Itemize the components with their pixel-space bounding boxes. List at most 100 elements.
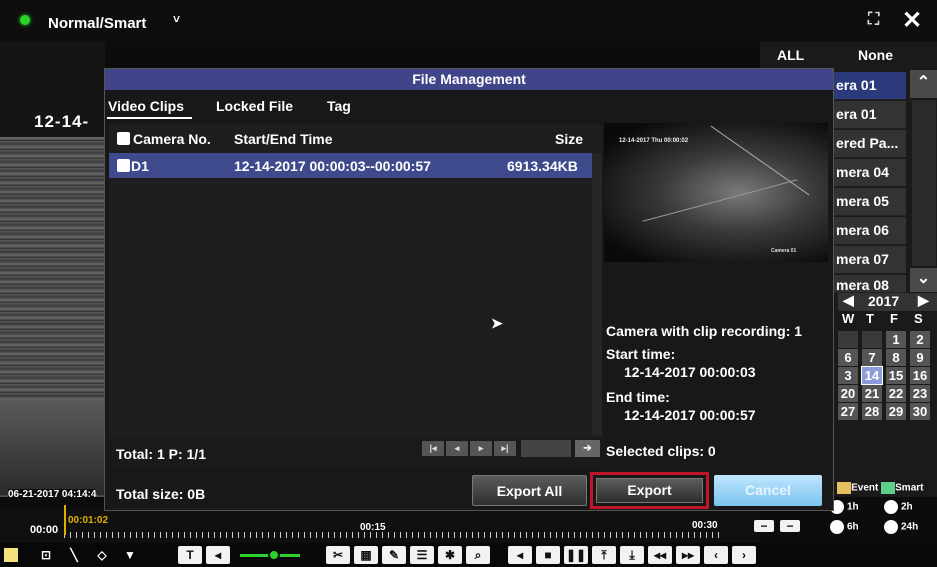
prev-page-icon[interactable]: ◂ [446, 441, 468, 456]
calendar-day[interactable]: 20 [838, 385, 858, 402]
calendar-day[interactable]: 9 [910, 349, 930, 366]
zoom-in-icon[interactable]: − [780, 520, 800, 532]
reverse-play-icon[interactable]: ◂ [508, 546, 532, 564]
prev-day-icon[interactable]: ‹ [704, 546, 728, 564]
clip-icon[interactable]: ✂ [326, 546, 350, 564]
select-none-button[interactable]: None [858, 47, 893, 63]
select-all-checkbox[interactable] [117, 132, 130, 145]
table-row[interactable]: D1 12-14-2017 00:00:03--00:00:57 6913.34… [109, 153, 592, 178]
calendar-day[interactable]: 6 [838, 349, 858, 366]
list-icon[interactable]: ☰ [410, 546, 434, 564]
mode-status-icon [20, 15, 30, 25]
radio-icon [830, 520, 844, 534]
audio-icon[interactable]: ◂ [206, 546, 230, 564]
settings-icon[interactable]: ✱ [438, 546, 462, 564]
calendar-day[interactable]: 29 [886, 403, 906, 420]
calendar-day[interactable]: 16 [910, 367, 930, 384]
duration-option[interactable]: 2h [884, 500, 913, 514]
filter-icon[interactable]: ▼ [118, 546, 142, 564]
camera-list-item[interactable]: era 01 [830, 101, 906, 129]
end-time-label: End time: [606, 389, 670, 405]
diamond-icon[interactable]: ◇ [90, 546, 114, 564]
video-timestamp: 12-14- [34, 112, 90, 131]
zoom-icon[interactable]: ⌕ [466, 546, 490, 564]
first-page-icon[interactable]: |◂ [422, 441, 444, 456]
tab-locked-file[interactable]: Locked File [216, 98, 293, 114]
calendar-day[interactable]: 23 [910, 385, 930, 402]
duration-option[interactable]: 1h [830, 500, 859, 514]
camera-list-item[interactable]: ered Pa... [830, 130, 906, 158]
tag-icon[interactable]: ✎ [382, 546, 406, 564]
last-page-icon[interactable]: ▸| [494, 441, 516, 456]
export-button[interactable]: Export [596, 478, 703, 503]
page-number-input[interactable] [521, 440, 571, 457]
radio-icon [884, 500, 898, 514]
camera-list-scrollbar[interactable] [912, 100, 936, 266]
camera-list-item[interactable]: mera 05 [830, 188, 906, 216]
chevron-down-icon[interactable]: ˅ [173, 12, 180, 26]
line-icon[interactable]: ╲ [62, 546, 86, 564]
lock-icon[interactable]: ▦ [354, 546, 378, 564]
column-header-time: Start/End Time [234, 131, 333, 147]
zoom-out-icon[interactable]: − [754, 520, 774, 532]
duration-option[interactable]: 6h [830, 520, 859, 534]
next-day-icon[interactable]: › [732, 546, 756, 564]
mouse-cursor-icon: ➤ [491, 315, 503, 331]
preview-timestamp: 12-14-2017 Thu 00:00:02 [619, 138, 689, 144]
tab-video-clips[interactable]: Video Clips [108, 98, 184, 114]
calendar-day[interactable]: 30 [910, 403, 930, 420]
column-header-size: Size [555, 131, 584, 147]
calendar-prev-icon[interactable]: ◀ [843, 292, 854, 309]
camera-list-item[interactable]: mera 08 [830, 275, 906, 293]
timeline-tick-label: 00:30 [692, 520, 718, 531]
camera-list-item[interactable]: mera 07 [830, 246, 906, 274]
camera-list-item[interactable]: mera 06 [830, 217, 906, 245]
duration-label: 1h [847, 501, 859, 513]
scroll-up-icon[interactable]: ⌃ [910, 70, 937, 98]
export-all-button[interactable]: Export All [472, 475, 587, 506]
calendar-day[interactable]: 27 [838, 403, 858, 420]
cancel-button[interactable]: Cancel [714, 475, 822, 506]
timeline-cursor[interactable] [64, 505, 66, 535]
calendar-day[interactable]: 28 [862, 403, 882, 420]
total-size: Total size: 0B [116, 486, 206, 502]
fit-screen-icon[interactable]: ⛶ [868, 11, 879, 29]
step-forward-icon[interactable]: ⤓ [620, 546, 644, 564]
calendar-day-today[interactable]: 14 [861, 366, 883, 385]
calendar-day[interactable]: 3 [838, 367, 858, 384]
close-icon[interactable]: ✕ [902, 6, 922, 35]
active-tab-indicator [107, 117, 192, 119]
fast-forward-icon[interactable]: ▸▸ [676, 546, 700, 564]
calendar-day[interactable]: 21 [862, 385, 882, 402]
camera-list-item[interactable]: mera 04 [830, 159, 906, 187]
calendar-day[interactable]: 22 [886, 385, 906, 402]
color-swatch-icon[interactable] [4, 548, 18, 562]
tab-tag[interactable]: Tag [327, 98, 351, 114]
calendar-day[interactable]: 15 [886, 367, 906, 384]
pause-icon[interactable]: ❚❚ [564, 546, 588, 564]
row-checkbox[interactable] [117, 159, 130, 172]
next-page-icon[interactable]: ▸ [470, 441, 492, 456]
calendar-day[interactable]: 7 [862, 349, 882, 366]
calendar-next-icon[interactable]: ▶ [918, 292, 929, 309]
duration-option[interactable]: 24h [884, 520, 918, 534]
duration-label: 2h [901, 501, 913, 513]
calendar-year: 2017 [868, 293, 900, 309]
crop-icon[interactable]: ⊡ [34, 546, 58, 564]
calendar-day[interactable]: 1 [886, 331, 906, 348]
go-page-icon[interactable]: ➔ [575, 440, 600, 457]
stop-icon[interactable]: ■ [536, 546, 560, 564]
volume-knob[interactable] [268, 549, 280, 561]
rewind-icon[interactable]: ◂◂ [648, 546, 672, 564]
calendar-day[interactable]: 2 [910, 331, 930, 348]
preview-camera-label: Camera 01 [771, 248, 797, 254]
mode-label[interactable]: Normal/Smart [48, 15, 146, 32]
camera-list-item[interactable]: era 01 [830, 72, 906, 100]
scroll-down-icon[interactable]: ⌄ [910, 268, 937, 292]
clip-list-scrollbar[interactable] [592, 153, 602, 435]
calendar-day[interactable]: 8 [886, 349, 906, 366]
select-all-button[interactable]: ALL [777, 47, 804, 63]
text-icon[interactable]: T [178, 546, 202, 564]
clip-count-info: Camera with clip recording: 1 [606, 323, 803, 339]
step-back-icon[interactable]: ⤒ [592, 546, 616, 564]
